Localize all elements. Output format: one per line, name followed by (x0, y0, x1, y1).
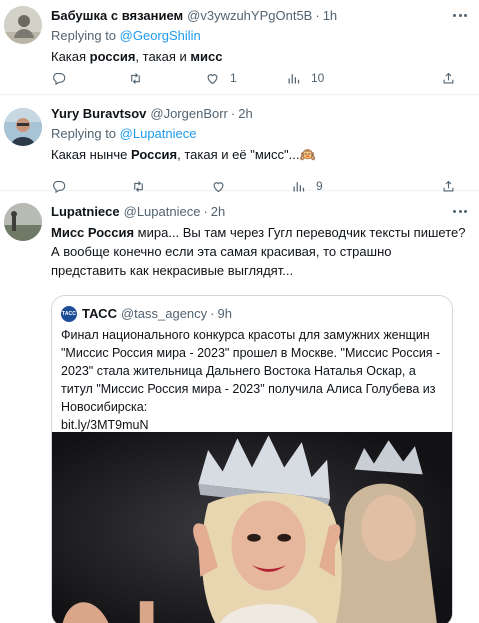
reply-button[interactable] (51, 71, 76, 86)
author-name[interactable]: Бабушка с вязанием (51, 8, 183, 23)
avatar[interactable] (4, 6, 42, 44)
separator-dot: · (230, 106, 236, 121)
author-handle[interactable]: @JorgenBorr (150, 106, 228, 121)
text-segment: Какая (51, 49, 90, 64)
author-name[interactable]: Lupatniece (51, 204, 120, 219)
quoted-author-handle: @tass_agency (120, 306, 208, 321)
separator-dot: · (315, 8, 320, 23)
share-icon (443, 72, 454, 83)
retweet-icon (131, 72, 140, 84)
timestamp[interactable]: 2h (211, 204, 225, 219)
text-segment: Какая нынче (51, 147, 131, 162)
tweet[interactable]: Lupatniece @Lupatniece · 2h Мисс Россия … (0, 191, 479, 623)
views-icon (288, 73, 300, 83)
quoted-text: Финал национального конкурса красоты для… (61, 326, 444, 434)
replying-to: Replying to @GeorgShilin (51, 28, 469, 45)
views-button[interactable]: 10 (286, 71, 324, 86)
text-segment: , такая и её "мисс"... (177, 147, 300, 162)
tweet[interactable]: Yury Buravtsov @JorgenBorr · 2h Replying… (0, 95, 479, 193)
more-icon[interactable] (451, 203, 469, 219)
quoted-author-name: ТАСС (82, 306, 117, 321)
reply-icon (53, 72, 66, 85)
share-button[interactable] (441, 71, 456, 86)
avatar[interactable] (4, 108, 42, 146)
author-handle[interactable]: @v3ywzuhYPgOnt5B (187, 8, 312, 23)
replying-prefix: Replying to (51, 28, 120, 43)
retweet-button[interactable] (128, 71, 153, 86)
like-count: 1 (230, 71, 237, 85)
tweet-actions: 1 10 (51, 70, 469, 86)
mention-link[interactable]: @GeorgShilin (120, 28, 201, 43)
avatar[interactable] (4, 203, 42, 241)
tweet-text: Мисс Россия мира... Вы там через Гугл пе… (51, 223, 469, 280)
author-handle[interactable]: @Lupatniece (124, 204, 201, 219)
replying-to: Replying to @Lupatniece (51, 126, 469, 143)
timestamp[interactable]: 2h (238, 106, 252, 121)
like-icon (207, 73, 218, 84)
quoted-body: Финал национального конкурса красоты для… (61, 328, 441, 414)
tweet-text: Какая россия, такая и мисс (51, 47, 469, 66)
like-button[interactable]: 1 (205, 71, 237, 86)
tass-logo-icon: ТАСС (61, 305, 77, 322)
text-bold: мисс (190, 49, 223, 64)
replying-prefix: Replying to (51, 126, 120, 141)
mention-link[interactable]: @Lupatniece (120, 126, 197, 141)
separator-dot: · (210, 306, 215, 321)
text-bold: Россия (130, 147, 178, 162)
text-segment: , такая и (135, 49, 191, 64)
more-icon[interactable] (451, 7, 469, 23)
text-bold: Мисс Россия (51, 225, 135, 240)
quoted-photo[interactable] (52, 432, 452, 623)
tweet[interactable]: Бабушка с вязанием @v3ywzuhYPgOnt5B · 1h… (0, 0, 479, 95)
text-bold: россия (89, 49, 136, 64)
separator-dot: · (203, 204, 208, 219)
views-count: 10 (311, 71, 325, 85)
quoted-tweet[interactable]: ТАСС ТАСС @tass_agency · 9h Финал национ… (51, 295, 453, 623)
quoted-timestamp: 9h (217, 306, 232, 321)
tweet-text: Какая нынче Россия, такая и её "мисс"...… (51, 145, 469, 164)
author-name[interactable]: Yury Buravtsov (51, 106, 146, 121)
emoji: 🙉 (299, 147, 316, 162)
timestamp[interactable]: 1h (323, 8, 337, 23)
